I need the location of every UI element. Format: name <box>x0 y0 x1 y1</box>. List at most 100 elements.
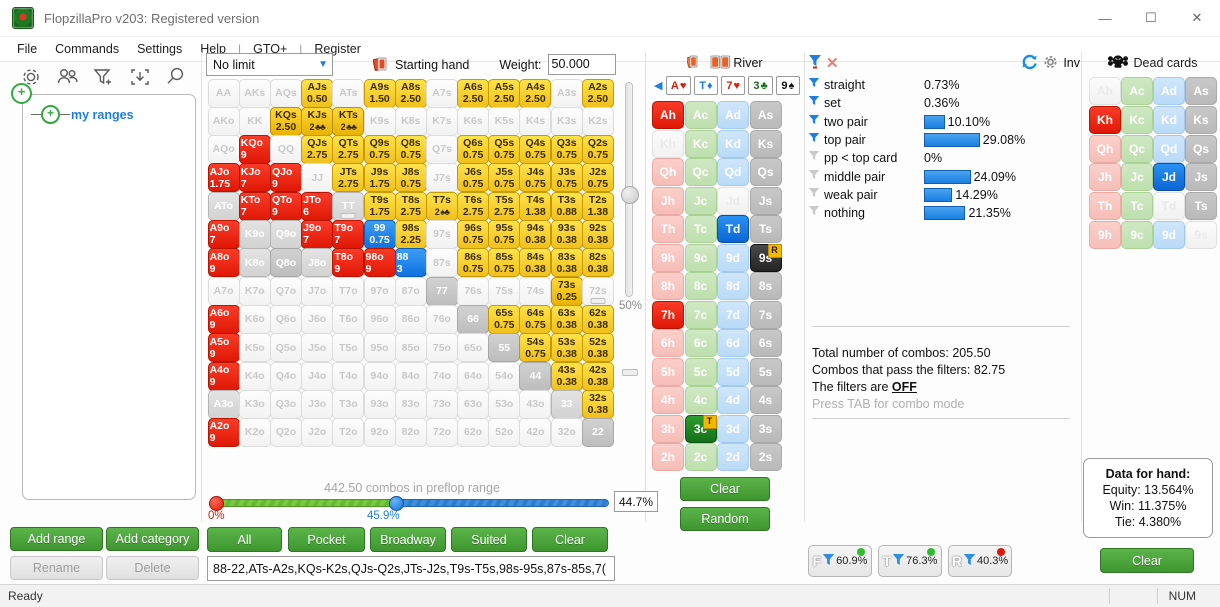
minimize-icon[interactable]: — <box>1082 1 1128 35</box>
picker-card-4h[interactable]: 4h <box>652 386 684 414</box>
add-category-button[interactable]: Add category <box>106 527 199 551</box>
picker-card-3h[interactable]: 3h <box>652 414 684 443</box>
hand-cell-T8s[interactable]: T8s 2.75 <box>394 191 427 221</box>
street-filter-T[interactable]: T 76.3% <box>878 545 942 577</box>
picker-card-7h[interactable]: 7h <box>652 300 684 329</box>
suited-button[interactable]: Suited <box>451 527 527 552</box>
hand-cell-T9s[interactable]: T9s 1.75 <box>363 191 396 221</box>
dead-cards-grid[interactable]: Ah Ac Ad As Kh Kc Kd Ks Qh Qc Qd Qs Jh Jc Jd Js Th Tc Td Ts… <box>1088 76 1217 249</box>
picker-card-Js[interactable]: Js <box>749 186 782 215</box>
hand-cell-A3o[interactable]: A3o <box>207 389 240 419</box>
hand-cell-J6o[interactable]: J6o <box>301 304 334 334</box>
hand-cell-65o[interactable]: 65o <box>457 333 490 363</box>
hand-cell-J7s[interactable]: J7s <box>425 163 458 193</box>
picker-card-2d[interactable]: 2d <box>717 443 749 471</box>
card-picker-grid[interactable]: Ah Ac Ad As Kh Kc Kd Ks Qh Qc Qd Qs Jh Jc Jd Js Th Tc Td Ts… <box>651 100 800 471</box>
picker-card-4s[interactable]: 4s <box>749 386 782 414</box>
hand-cell-74o[interactable]: 74o <box>425 361 458 391</box>
hand-cell-44[interactable]: 44 <box>519 361 552 391</box>
picker-card-3s[interactable]: 3s <box>749 414 782 443</box>
hand-cell-J3s[interactable]: J3s 0.75 <box>550 163 583 193</box>
hand-cell-55[interactable]: 55 <box>488 333 521 363</box>
hand-cell-J4o[interactable]: J4o <box>301 361 334 391</box>
hand-cell-K4o[interactable]: K4o <box>238 361 271 391</box>
funnel-icon[interactable] <box>808 95 820 111</box>
picker-card-6h[interactable]: 6h <box>652 329 684 357</box>
hand-cell-J4s[interactable]: J4s 0.75 <box>519 163 552 193</box>
hand-cell-Q7s[interactable]: Q7s <box>425 135 458 165</box>
picker-card-6d[interactable]: 6d <box>717 329 749 357</box>
hand-cell-QQ[interactable]: QQ <box>269 135 302 165</box>
hand-cell-75o[interactable]: 75o <box>425 333 458 363</box>
hand-cell-QTo[interactable]: QTo 9 <box>269 191 302 221</box>
dead-card-Ks[interactable]: Ks <box>1185 105 1217 134</box>
hand-cell-92s[interactable]: 92s 0.38 <box>581 220 614 250</box>
hand-cell-AJo[interactable]: AJo 1.75 <box>207 163 240 193</box>
hand-cell-A2o[interactable]: A2o 9 <box>207 418 240 448</box>
hand-cell-AJs[interactable]: AJs 0.50 <box>301 78 334 108</box>
dead-card-Ts[interactable]: Ts <box>1185 192 1217 221</box>
funnel-icon[interactable] <box>808 169 820 185</box>
hand-cell-JJ[interactable]: JJ <box>301 163 334 193</box>
picker-card-5d[interactable]: 5d <box>717 357 749 386</box>
dead-card-Jh[interactable]: Jh <box>1089 163 1121 192</box>
hand-cell-A9s[interactable]: A9s 1.50 <box>363 78 396 108</box>
hand-cell-T5o[interactable]: T5o <box>332 333 365 363</box>
dead-card-Qd[interactable]: Qd <box>1153 134 1185 163</box>
dead-card-Qh[interactable]: Qh <box>1089 134 1121 163</box>
funnel-icon[interactable] <box>808 54 822 73</box>
hand-cell-Q5o[interactable]: Q5o <box>269 333 302 363</box>
tree-node-my-ranges[interactable]: + my ranges <box>31 105 134 124</box>
hand-cell-J9o[interactable]: J9o 7 <box>301 220 334 250</box>
hand-cell-TT[interactable]: TT <box>332 191 365 221</box>
picker-card-7d[interactable]: 7d <box>717 300 749 329</box>
hand-cell-K8s[interactable]: K8s <box>394 106 427 136</box>
hand-cell-K9o[interactable]: K9o <box>238 220 271 250</box>
board-clear-button[interactable]: Clear <box>680 476 770 501</box>
picker-card-8c[interactable]: 8c <box>684 272 717 300</box>
dead-card-9d[interactable]: 9d <box>1153 220 1185 249</box>
range-slider-right-handle[interactable] <box>389 496 404 511</box>
hand-cell-A6s[interactable]: A6s 2.50 <box>457 78 490 108</box>
broadway-button[interactable]: Broadway <box>370 527 446 552</box>
hand-cell-KQo[interactable]: KQo 9 <box>238 135 271 165</box>
hand-cell-87s[interactable]: 87s <box>425 248 458 278</box>
picker-card-2h[interactable]: 2h <box>652 443 684 471</box>
street-filter-F[interactable]: F 60.9% <box>808 545 872 577</box>
funnel-icon[interactable] <box>808 187 820 203</box>
hand-cell-22[interactable]: 22 <box>581 418 614 448</box>
hand-cell-97o[interactable]: 97o <box>363 276 396 306</box>
board-cards[interactable]: ◀ A ♥ T ♦ 7 ♥ 3 ♣ 9 ♠ <box>654 76 801 95</box>
picker-card-9c[interactable]: 9c <box>684 243 717 272</box>
dead-card-Jc[interactable]: Jc <box>1121 163 1153 192</box>
hand-cell-A6o[interactable]: A6o 9 <box>207 304 240 334</box>
ranges-tree[interactable]: + + my ranges <box>11 83 196 500</box>
hand-cell-96o[interactable]: 96o <box>363 304 396 334</box>
hand-cell-77[interactable]: 77 <box>425 276 458 306</box>
dead-card-Kc[interactable]: Kc <box>1121 105 1153 134</box>
hand-cell-75s[interactable]: 75s <box>488 276 521 306</box>
hand-cell-95s[interactable]: 95s 0.75 <box>488 220 521 250</box>
board-card-2[interactable]: T ♦ <box>693 76 719 95</box>
hand-cell-JTs[interactable]: JTs 2.75 <box>332 163 365 193</box>
hand-cell-A8o[interactable]: A8o 9 <box>207 248 240 278</box>
picker-card-8h[interactable]: 8h <box>652 272 684 300</box>
picker-card-Qh[interactable]: Qh <box>652 158 684 186</box>
hand-cell-52o[interactable]: 52o <box>488 418 521 448</box>
board-prev-arrow-icon[interactable]: ◀ <box>654 79 662 92</box>
hand-cell-84o[interactable]: 84o <box>394 361 427 391</box>
picker-card-4d[interactable]: 4d <box>717 386 749 414</box>
hand-cell-J5s[interactable]: J5s 0.75 <box>488 163 521 193</box>
hand-cell-KK[interactable]: KK <box>238 106 271 136</box>
hand-cell-T7s[interactable]: T7s 2 ♠♣ <box>425 191 458 221</box>
hand-cell-84s[interactable]: 84s 0.38 <box>519 248 552 278</box>
menu-commands[interactable]: Commands <box>46 39 128 59</box>
picker-card-5h[interactable]: 5h <box>652 357 684 386</box>
hand-cell-82s[interactable]: 82s 0.38 <box>581 248 614 278</box>
hand-cell-T6o[interactable]: T6o <box>332 304 365 334</box>
picker-card-Kh[interactable]: Kh <box>652 129 684 158</box>
picker-card-Ad[interactable]: Ad <box>717 101 749 129</box>
picker-card-5c[interactable]: 5c <box>684 357 717 386</box>
picker-card-Td[interactable]: Td <box>717 215 749 243</box>
picker-card-Ah[interactable]: Ah <box>652 101 684 129</box>
